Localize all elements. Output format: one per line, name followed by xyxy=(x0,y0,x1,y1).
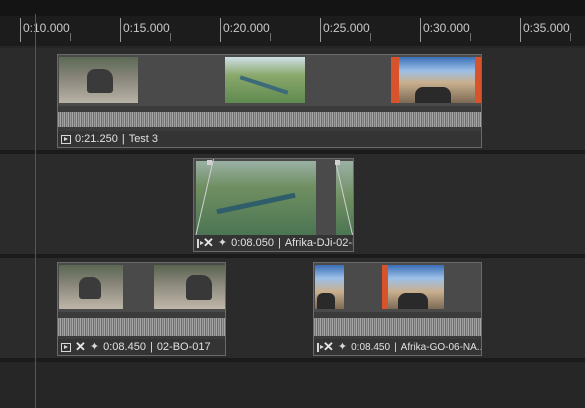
clip-duration: 0:21.250 xyxy=(75,133,118,145)
ruler-top-strip xyxy=(0,0,585,16)
clip-separator: | xyxy=(394,341,397,353)
ruler-tick xyxy=(320,18,321,42)
thumbnail-motorbike-road xyxy=(391,57,481,103)
timeline-ruler[interactable]: 0:10.000 0:15.000 0:20.000 0:25.000 0:30… xyxy=(0,0,585,46)
ruler-label: 0:20.000 xyxy=(223,21,270,35)
remove-x-icon[interactable]: ✕ xyxy=(323,340,334,353)
clip-test-3[interactable]: 0:21.250 | Test 3 xyxy=(57,54,482,148)
ruler-tick xyxy=(20,18,21,42)
clip-info-bar: ✕ ✦ 0:08.050 | Afrika-DJi-02-B... xyxy=(194,235,353,251)
video-clip-icon xyxy=(197,238,204,248)
ruler-minor-tick xyxy=(70,33,71,41)
clip-thumbnails xyxy=(194,159,353,237)
track-1[interactable]: 0:21.250 | Test 3 xyxy=(0,48,585,150)
sparkle-effects-icon[interactable]: ✦ xyxy=(90,342,99,353)
ruler-label: 0:30.000 xyxy=(423,21,470,35)
track-separator xyxy=(0,358,585,362)
ruler-label: 0:35.000 xyxy=(523,21,570,35)
ruler-minor-tick xyxy=(470,33,471,41)
fade-out-handle[interactable] xyxy=(335,160,340,165)
sparkle-effects-icon[interactable]: ✦ xyxy=(338,342,347,353)
clip-thumbnails xyxy=(58,263,225,311)
clip-duration: 0:08.450 xyxy=(351,341,391,353)
ruler-minor-tick xyxy=(170,33,171,41)
ruler-tick xyxy=(520,18,521,42)
thumbnail-elephant xyxy=(59,57,138,103)
clip-separator: | xyxy=(277,237,281,249)
ruler-minor-tick xyxy=(270,33,271,41)
ruler-tick xyxy=(420,18,421,42)
video-clip-icon xyxy=(61,134,71,144)
audio-waveform xyxy=(58,312,225,341)
clip-info-bar: ✕ ✦ 0:08.450 | Afrika-GO-06-NA... xyxy=(314,339,481,355)
remove-x-icon[interactable]: ✕ xyxy=(203,236,214,249)
video-clip-icon xyxy=(317,342,324,352)
clip-name: Afrika-GO-06-NA... xyxy=(400,341,481,353)
clip-afrika-dji[interactable]: ✕ ✦ 0:08.050 | Afrika-DJi-02-B... xyxy=(193,158,354,252)
remove-x-icon[interactable]: ✕ xyxy=(75,340,86,353)
thumbnail-motorbike-road xyxy=(382,265,444,309)
clip-02-bo-017[interactable]: ✕ ✦ 0:08.450 | 02-BO-017 xyxy=(57,262,226,356)
fade-in-handle[interactable] xyxy=(207,160,212,165)
clip-separator: | xyxy=(149,341,153,353)
clip-separator: | xyxy=(121,133,125,145)
sparkle-effects-icon[interactable]: ✦ xyxy=(218,238,227,249)
audio-waveform xyxy=(314,312,481,341)
clip-thumbnails xyxy=(58,55,481,105)
clip-name: 02-BO-017 xyxy=(156,341,211,353)
track-3[interactable]: ✕ ✦ 0:08.450 | 02-BO-017 ✕ ✦ 0:08.450 | xyxy=(0,258,585,358)
clip-name: Test 3 xyxy=(128,133,159,145)
ruler-tick xyxy=(220,18,221,42)
playhead[interactable] xyxy=(35,14,36,408)
clip-afrika-go-06[interactable]: ✕ ✦ 0:08.450 | Afrika-GO-06-NA... xyxy=(313,262,482,356)
clip-name: Afrika-DJi-02-B... xyxy=(284,237,353,249)
audio-waveform xyxy=(58,106,481,133)
clip-duration: 0:08.450 xyxy=(103,341,146,353)
ruler-label: 0:15.000 xyxy=(123,21,170,35)
ruler-minor-tick xyxy=(370,33,371,41)
thumbnail-elephant xyxy=(154,265,225,309)
clip-duration: 0:08.050 xyxy=(231,237,274,249)
track-2[interactable]: ✕ ✦ 0:08.050 | Afrika-DJi-02-B... xyxy=(0,154,585,254)
clip-info-bar: ✕ ✦ 0:08.450 | 02-BO-017 xyxy=(58,339,225,355)
clip-thumbnails xyxy=(314,263,481,311)
thumbnail-delta-aerial xyxy=(196,161,316,235)
ruler-label: 0:25.000 xyxy=(323,21,370,35)
thumbnail-elephant xyxy=(59,265,123,309)
thumbnail-motorbike-road xyxy=(315,265,344,309)
clip-info-bar: 0:21.250 | Test 3 xyxy=(58,131,481,147)
ruler-minor-tick xyxy=(570,33,571,41)
ruler-label: 0:10.000 xyxy=(23,21,70,35)
video-clip-icon xyxy=(61,342,71,352)
thumbnail-delta-aerial xyxy=(225,57,305,103)
ruler-tick xyxy=(120,18,121,42)
